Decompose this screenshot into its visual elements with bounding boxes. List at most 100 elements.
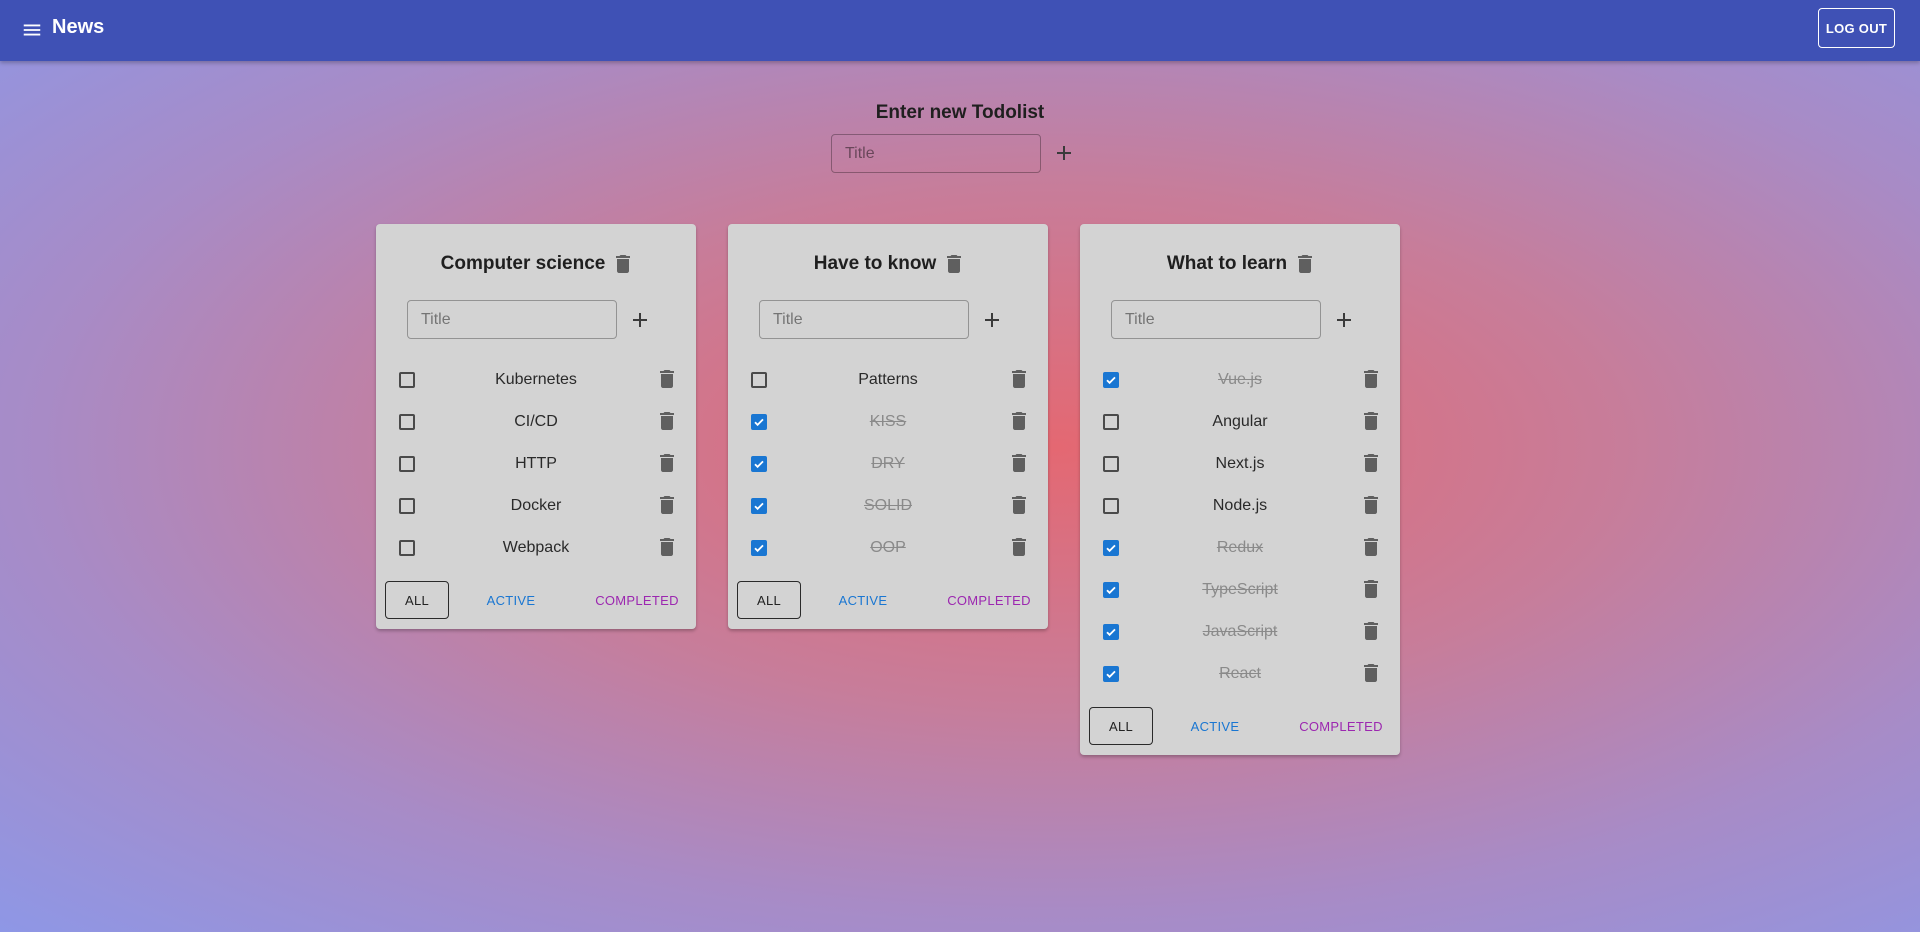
task-checkbox[interactable] — [751, 540, 767, 556]
add-todolist-button[interactable] — [1052, 141, 1076, 165]
delete-task-icon[interactable] — [1011, 496, 1027, 514]
delete-task-icon[interactable] — [1363, 580, 1379, 598]
delete-task-icon[interactable] — [659, 538, 675, 556]
task-item: Vue.js — [1080, 364, 1400, 398]
delete-task-icon[interactable] — [659, 412, 675, 430]
task-label[interactable]: Kubernetes — [436, 371, 636, 389]
task-label[interactable]: Redux — [1140, 539, 1340, 557]
task-label[interactable]: DRY — [788, 455, 988, 473]
todolist-card: Computer science Title Kubernetes CI/CD … — [376, 224, 696, 629]
task-label[interactable]: Angular — [1140, 413, 1340, 431]
task-label[interactable]: KISS — [788, 413, 988, 431]
delete-task-icon[interactable] — [1011, 454, 1027, 472]
todolist-title[interactable]: Have to know — [814, 253, 936, 275]
delete-task-icon[interactable] — [1011, 370, 1027, 388]
new-todolist-title-input[interactable]: Title — [831, 134, 1041, 173]
add-task-button[interactable] — [628, 308, 652, 332]
task-checkbox[interactable] — [751, 456, 767, 472]
task-item: Patterns — [728, 364, 1048, 398]
task-checkbox[interactable] — [1103, 498, 1119, 514]
delete-task-icon[interactable] — [659, 496, 675, 514]
logout-button[interactable]: LOG OUT — [1818, 8, 1895, 48]
task-label[interactable]: React — [1140, 665, 1340, 683]
task-item: SOLID — [728, 490, 1048, 524]
new-todolist-placeholder: Title — [845, 144, 875, 162]
filter-all-button[interactable]: ALL — [1089, 707, 1153, 745]
delete-task-icon[interactable] — [1363, 622, 1379, 640]
task-item: CI/CD — [376, 406, 696, 440]
add-task-input[interactable]: Title — [1111, 300, 1321, 339]
new-todolist-heading: Enter new Todolist — [875, 102, 1045, 123]
task-checkbox[interactable] — [1103, 666, 1119, 682]
task-label[interactable]: Patterns — [788, 371, 988, 389]
task-item: Next.js — [1080, 448, 1400, 482]
filter-completed-button[interactable]: COMPLETED — [1288, 707, 1394, 745]
task-item: DRY — [728, 448, 1048, 482]
filter-active-button[interactable]: ACTIVE — [1175, 707, 1255, 745]
app-title: News — [52, 16, 105, 38]
task-item: OOP — [728, 532, 1048, 566]
filter-bar: ALL ACTIVE COMPLETED — [728, 581, 1048, 619]
delete-task-icon[interactable] — [1011, 538, 1027, 556]
task-checkbox[interactable] — [1103, 582, 1119, 598]
delete-todolist-icon[interactable] — [946, 255, 962, 273]
task-item: Node.js — [1080, 490, 1400, 524]
task-label[interactable]: OOP — [788, 539, 988, 557]
delete-task-icon[interactable] — [1363, 412, 1379, 430]
filter-completed-button[interactable]: COMPLETED — [936, 581, 1042, 619]
todolist-header: Computer science — [376, 253, 696, 275]
add-task-input[interactable]: Title — [759, 300, 969, 339]
add-task-button[interactable] — [980, 308, 1004, 332]
add-task-button[interactable] — [1332, 308, 1356, 332]
task-label[interactable]: HTTP — [436, 455, 636, 473]
delete-task-icon[interactable] — [1011, 412, 1027, 430]
task-label[interactable]: TypeScript — [1140, 581, 1340, 599]
task-checkbox[interactable] — [751, 372, 767, 388]
task-label[interactable]: Docker — [436, 497, 636, 515]
task-checkbox[interactable] — [399, 540, 415, 556]
menu-icon[interactable] — [20, 18, 44, 42]
task-checkbox[interactable] — [1103, 456, 1119, 472]
delete-todolist-icon[interactable] — [615, 255, 631, 273]
delete-task-icon[interactable] — [1363, 538, 1379, 556]
task-item: JavaScript — [1080, 616, 1400, 650]
delete-task-icon[interactable] — [659, 370, 675, 388]
task-label[interactable]: Next.js — [1140, 455, 1340, 473]
task-label[interactable]: JavaScript — [1140, 623, 1340, 641]
task-item: Kubernetes — [376, 364, 696, 398]
task-checkbox[interactable] — [399, 456, 415, 472]
task-label[interactable]: Node.js — [1140, 497, 1340, 515]
filter-all-button[interactable]: ALL — [737, 581, 801, 619]
delete-task-icon[interactable] — [1363, 454, 1379, 472]
add-task-placeholder: Title — [421, 310, 451, 328]
todolist-title[interactable]: Computer science — [441, 253, 606, 275]
filter-active-button[interactable]: ACTIVE — [823, 581, 903, 619]
task-label[interactable]: SOLID — [788, 497, 988, 515]
task-checkbox[interactable] — [399, 498, 415, 514]
filter-completed-button[interactable]: COMPLETED — [584, 581, 690, 619]
todolist-title[interactable]: What to learn — [1167, 253, 1287, 275]
task-item: TypeScript — [1080, 574, 1400, 608]
filter-all-button[interactable]: ALL — [385, 581, 449, 619]
task-label[interactable]: CI/CD — [436, 413, 636, 431]
task-checkbox[interactable] — [1103, 540, 1119, 556]
task-checkbox[interactable] — [399, 372, 415, 388]
app-bar: News LOG OUT — [0, 0, 1920, 61]
add-task-input[interactable]: Title — [407, 300, 617, 339]
task-item: KISS — [728, 406, 1048, 440]
delete-task-icon[interactable] — [1363, 370, 1379, 388]
delete-task-icon[interactable] — [1363, 664, 1379, 682]
task-label[interactable]: Vue.js — [1140, 371, 1340, 389]
task-checkbox[interactable] — [751, 498, 767, 514]
delete-todolist-icon[interactable] — [1297, 255, 1313, 273]
task-checkbox[interactable] — [399, 414, 415, 430]
delete-task-icon[interactable] — [659, 454, 675, 472]
task-label[interactable]: Webpack — [436, 539, 636, 557]
task-checkbox[interactable] — [1103, 372, 1119, 388]
task-checkbox[interactable] — [1103, 624, 1119, 640]
add-task-placeholder: Title — [1125, 310, 1155, 328]
task-checkbox[interactable] — [1103, 414, 1119, 430]
delete-task-icon[interactable] — [1363, 496, 1379, 514]
filter-active-button[interactable]: ACTIVE — [471, 581, 551, 619]
task-checkbox[interactable] — [751, 414, 767, 430]
